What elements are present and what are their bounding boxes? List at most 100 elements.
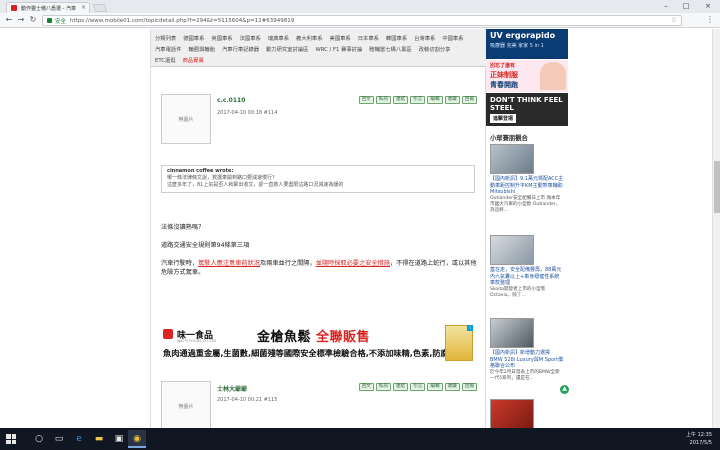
system-clock[interactable]: 上午 12:35 2017/5/5 [686,431,712,447]
list-item[interactable] [490,399,564,428]
quote-button[interactable]: 引言 [410,383,426,391]
file-explorer-icon[interactable]: ▬ [90,432,108,446]
message-button[interactable]: 私訊 [375,96,391,104]
post-text: 及兩車並行之間隔， [260,260,316,267]
category-link[interactable]: ETC還逛 [155,56,176,64]
message-button[interactable]: 私訊 [375,383,391,391]
category-link[interactable]: 汽車電話件 [155,45,182,53]
highlight-text: 駕駛人應注意車前狀況 [198,260,260,267]
list-item[interactable]: 【國內新訊】新增動力選擇 BMW 528i Luxury與M Sport價格聯合… [490,318,564,382]
category-link[interactable]: 汽車行車記錄器 [222,45,259,53]
ad-info-icon[interactable]: i [467,325,473,331]
reload-button[interactable]: ↻ [28,15,38,25]
article-thumbnail[interactable] [490,144,534,174]
store-icon[interactable]: ▣ [110,432,128,446]
report-button[interactable]: 回報 [461,96,477,104]
ad-banner[interactable]: 味一食品 WEI YI FOODS CO.,LTD 金槍魚鬆 全聯販售 魚肉通過… [161,325,473,367]
article-headline[interactable]: 【國內新訊】9.1萬元標配ACC主動車距控制升平KM主動煞車輔助 Mitsubi… [490,176,564,196]
post-meta: 2017-04-10 00:21 #115 [217,397,278,403]
windows-start-icon[interactable] [6,434,16,444]
quote-block: cinnamon coffee wrote: 哪一條法律條文說，救護車開到路口要… [161,165,475,193]
category-link[interactable]: 法國車系 [240,34,261,42]
post-paragraph: 道路交通安全規則第94條第三項 [161,242,250,249]
tab-strip: 動作靈士稽八悉選 - 汽車 × – □ × [0,0,720,13]
category-link[interactable]: 英國車系 [211,34,232,42]
edit-button[interactable]: 編輯 [427,96,443,104]
chrome-icon[interactable]: ◉ [128,432,146,446]
reply-button[interactable]: 回文 [358,383,374,391]
article-thumbnail[interactable] [490,318,534,348]
edit-button[interactable]: 編輯 [427,383,443,391]
sidebar-ad-vacuum[interactable]: UV ergorapido 吸塵器 完美 家家 5 in 1 [486,29,568,59]
ad-brand-sub: WEI YI FOODS CO.,LTD [177,339,217,343]
category-link[interactable]: 中國車系 [442,34,463,42]
category-row-1: 分類列表 德國車系 英國車系 法國車系 瑞典車系 義大利車系 美國車系 日本車系… [155,32,483,43]
link-button[interactable]: 連結 [392,96,409,104]
browser-tab[interactable]: 動作靈士稽八悉選 - 汽車 × [6,2,90,13]
lock-icon [47,18,52,23]
ad-cta-button[interactable]: 進擊登場 [490,114,517,123]
category-link[interactable]: 德國車系 [183,34,204,42]
category-link-hot[interactable]: 商品實賣 [183,56,204,64]
back-button[interactable]: ← [4,15,14,25]
post-text: 汽車行駛時， [161,260,199,267]
category-link[interactable]: 韓國車系 [386,34,407,42]
post-author[interactable]: c.c.0110 [217,97,245,104]
link-button[interactable]: 連結 [392,383,409,391]
clock-date: 2017/5/5 [689,440,712,446]
category-link[interactable]: 贈輔當七構八黑區 [369,45,411,53]
search-icon[interactable]: ○ [30,432,48,446]
task-view-icon[interactable]: ▭ [50,432,68,446]
reply-button[interactable]: 回文 [358,96,374,104]
category-link[interactable]: WRC / F1 賽事討論 [315,45,362,53]
bookmark-button[interactable]: 收藏 [444,383,460,391]
article-summary: Outlander安全配備日上市 微本年市國大汽車的小型歐 Outlander，… [490,195,561,214]
report-button[interactable]: 回報 [461,383,477,391]
category-link[interactable]: 台灣車系 [414,34,435,42]
quote-line: 這麼多年了，81上氣是否人就擊出收文，卻一直救人要盡限這路口況減速為緩的 [167,182,344,188]
minimize-button[interactable]: – [656,0,676,13]
url-bar[interactable]: 安全 https://www.mobile01.com/topicdetail.… [42,15,682,26]
site-favicon-icon [11,5,17,11]
article-headline[interactable]: 【國內新訊】新增動力選擇 BMW 528i Luxury與M Sport價格聯合… [490,350,564,370]
bookmark-button[interactable]: 收藏 [444,96,460,104]
avatar[interactable]: 無圖片 [161,94,211,144]
edge-browser-icon[interactable]: e [70,432,88,446]
avatar[interactable]: 無圖片 [161,381,211,428]
bookmark-star-icon[interactable]: ☆ [671,16,677,24]
category-link[interactable]: 美國車系 [330,34,351,42]
ad-product: 金槍魚鬆 [257,330,312,345]
new-tab-button[interactable] [92,4,108,12]
left-gutter [0,29,150,428]
close-tab-icon[interactable]: × [81,4,86,11]
browser-menu-icon[interactable]: ⋮ [706,15,714,24]
category-link[interactable]: 分類列表 [155,34,176,42]
page-scrollbar[interactable] [712,29,720,428]
ad-subtitle: 吸塵器 完美 家家 5 in 1 [490,43,544,49]
category-row-2: 汽車電話件 輪圈與輪胎 汽車行車記錄器 動力研究室討論區 WRC / F1 賽事… [155,43,483,54]
address-toolbar: ← → ↻ 安全 https://www.mobile01.com/topicd… [0,13,720,28]
post-actions: 回文 私訊 連結 引言 編輯 收藏 回報 [358,383,477,391]
category-link[interactable]: 日本車系 [358,34,379,42]
scrollbar-thumb[interactable] [714,161,720,213]
close-window-button[interactable]: × [696,0,720,13]
sidebar-ad-uniform[interactable]: 別忘了還有 正妹制服 青春開跑 [486,60,568,92]
forward-button[interactable]: → [16,15,26,25]
article-thumbnail[interactable] [490,399,534,428]
quote-button[interactable]: 引言 [410,96,426,104]
sidebar-ad-steel[interactable]: DON'T THINK FEEL STEEL 進擊登場 [486,93,568,126]
category-link[interactable]: 動力研究室討論區 [266,45,308,53]
category-link[interactable]: 瑞典車系 [268,34,289,42]
article-thumbnail[interactable] [490,235,534,265]
article-headline[interactable]: 蓋在走，安全配備豐再，88萬元內六氣囊以上+車身穩健性系統車款整理 [490,267,564,287]
forum-post: 無圖片 士林大爺爺 2017-04-10 00:21 #115 回文 私訊 連結… [161,381,477,428]
back-to-top-button[interactable]: ▲ [560,385,569,394]
list-item[interactable]: 【國內新訊】9.1萬元標配ACC主動車距控制升平KM主動煞車輔助 Mitsubi… [490,144,564,214]
list-item[interactable]: 蓋在走，安全配備豐再，88萬元內六氣囊以上+車身穩健性系統車款整理 Skoda開… [490,235,564,299]
post-author[interactable]: 士林大爺爺 [217,384,247,393]
category-link[interactable]: 義大利車系 [296,34,323,42]
category-link[interactable]: 輪圈與輪胎 [189,45,216,53]
category-link[interactable]: 改裝切割分享 [419,45,451,53]
maximize-button[interactable]: □ [676,0,696,13]
post-paragraph: 法條沒讀熟嗎？ [161,224,205,231]
